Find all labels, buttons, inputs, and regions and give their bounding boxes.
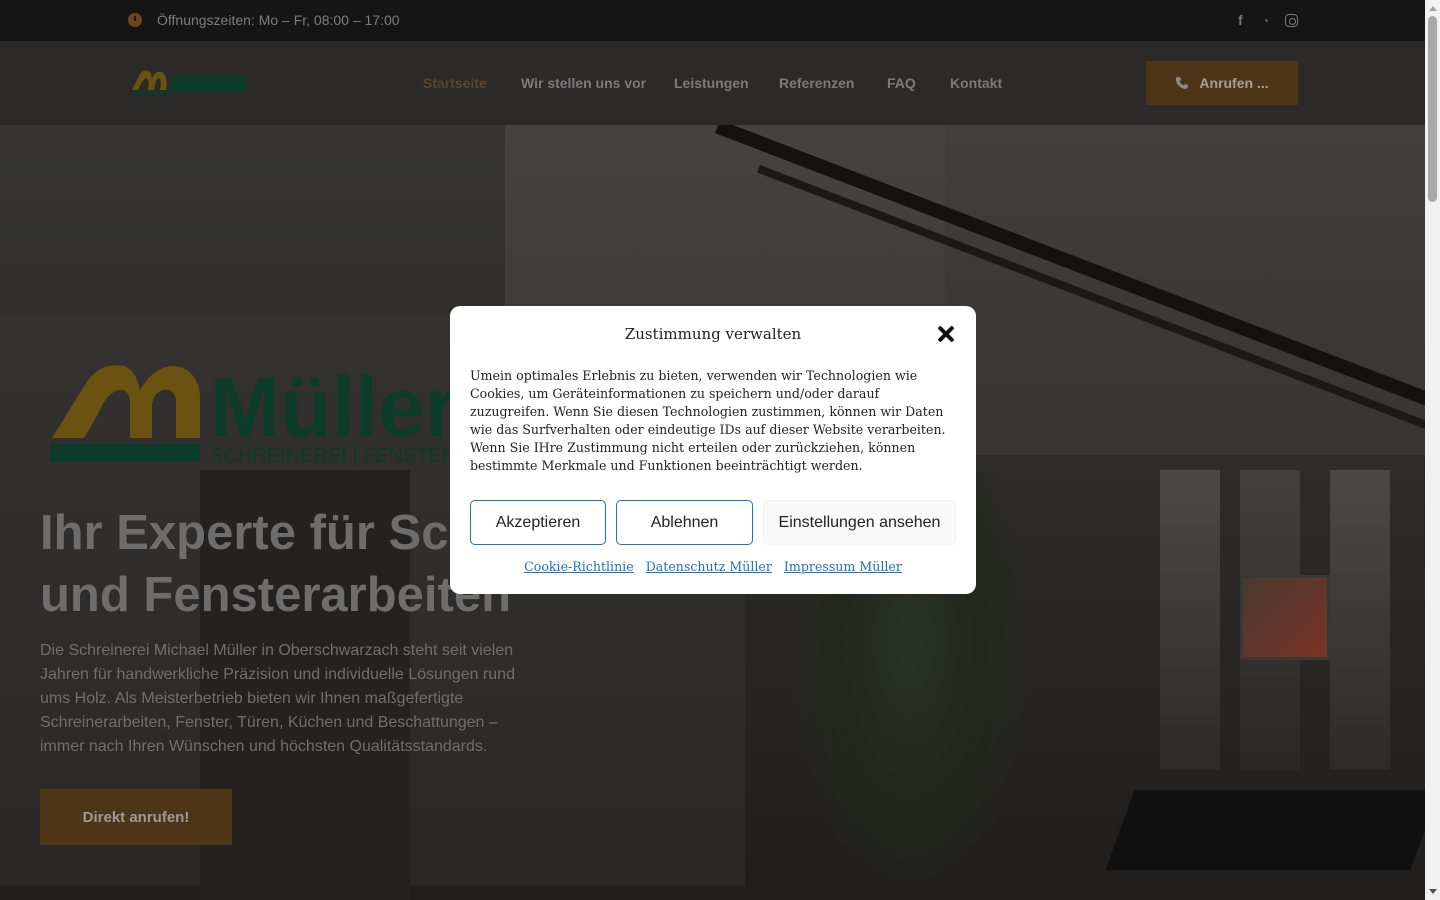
accept-button[interactable]: Akzeptieren [470, 500, 606, 545]
view-settings-button[interactable]: Einstellungen ansehen [763, 500, 956, 545]
scroll-up-arrow-icon[interactable] [1429, 6, 1437, 11]
privacy-link[interactable]: Datenschutz Müller [646, 559, 772, 574]
cookie-consent-dialog: Zustimmung verwalten Umein optimales Erl… [450, 306, 976, 594]
scrollbar[interactable] [1425, 0, 1440, 900]
dialog-message: Umein optimales Erlebnis zu bieten, verw… [470, 368, 946, 473]
dialog-title: Zustimmung verwalten [624, 325, 802, 343]
cookie-policy-link[interactable]: Cookie-Richtlinie [524, 559, 634, 574]
dialog-links: Cookie-Richtlinie Datenschutz Müller Imp… [450, 559, 976, 574]
imprint-link[interactable]: Impressum Müller [784, 559, 902, 574]
scrollbar-thumb[interactable] [1428, 16, 1437, 202]
close-icon[interactable] [936, 324, 956, 344]
deny-button[interactable]: Ablehnen [616, 500, 753, 545]
scroll-down-arrow-icon[interactable] [1429, 889, 1437, 894]
